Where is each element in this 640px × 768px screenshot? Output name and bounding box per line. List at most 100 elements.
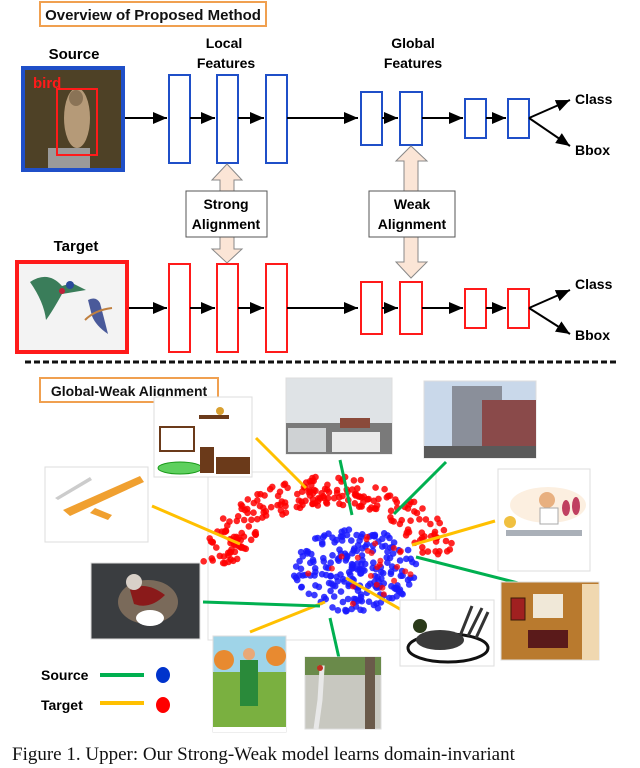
target-point	[357, 476, 365, 484]
source-class-label: Class	[575, 91, 613, 107]
source-point	[312, 568, 319, 576]
weak-alignment-label-2: Alignment	[378, 216, 447, 232]
target-point	[262, 508, 270, 515]
target-point	[252, 531, 260, 538]
source-point	[293, 576, 301, 584]
source-head-block-1	[464, 98, 487, 139]
target-point	[379, 584, 386, 591]
source-point	[322, 571, 330, 579]
target-point	[306, 487, 314, 494]
thumbnail-building	[423, 380, 537, 459]
source-point	[311, 591, 318, 599]
target-point	[328, 565, 335, 572]
target-point	[277, 501, 284, 509]
target-point	[294, 490, 301, 498]
target-point	[390, 518, 398, 525]
target-point	[314, 502, 322, 509]
target-point	[245, 523, 253, 530]
target-head-block-1	[464, 288, 487, 329]
strong-alignment-label-1: Strong	[203, 196, 248, 212]
source-point	[348, 537, 355, 544]
target-point	[381, 485, 388, 493]
target-point	[427, 520, 434, 528]
global-features-label-1: Global	[391, 35, 435, 51]
source-point	[329, 582, 337, 589]
source-point	[396, 557, 404, 564]
source-point	[329, 604, 336, 611]
target-point	[380, 591, 387, 598]
source-point	[348, 560, 356, 568]
target-point	[269, 483, 276, 491]
target-point	[418, 529, 426, 536]
source-point	[342, 608, 350, 615]
source-point	[341, 527, 348, 534]
target-point	[384, 492, 392, 500]
target-point	[365, 495, 372, 503]
source-image: bird	[21, 66, 125, 172]
source-point	[407, 555, 415, 563]
target-point	[293, 503, 301, 511]
source-local-block-2	[216, 74, 239, 164]
target-point	[267, 503, 275, 511]
source-point	[298, 584, 305, 591]
global-features-label-2: Features	[384, 55, 443, 71]
thumbnail-street	[285, 377, 393, 455]
target-point	[335, 474, 342, 482]
target-point	[393, 499, 401, 506]
source-point	[386, 534, 393, 542]
source-point	[345, 568, 353, 576]
target-point	[338, 553, 345, 560]
source-point	[314, 534, 322, 542]
target-point	[208, 555, 216, 562]
target-point	[419, 544, 426, 551]
target-point	[250, 499, 258, 507]
strong-alignment-label-2: Alignment	[192, 216, 261, 232]
figure: Overview of Proposed Method Source bird …	[15, 1, 616, 733]
weak-alignment-arrow: Weak Alignment	[368, 145, 456, 279]
overview-title-box: Overview of Proposed Method	[39, 1, 267, 27]
target-point	[350, 477, 358, 484]
target-point	[322, 499, 330, 506]
source-point	[339, 598, 347, 606]
target-point	[256, 502, 264, 510]
target-point	[419, 505, 426, 512]
target-point	[442, 537, 450, 545]
source-point	[320, 554, 327, 562]
target-point	[443, 548, 451, 555]
target-point	[237, 544, 245, 551]
source-point	[339, 533, 346, 540]
target-point	[312, 487, 319, 495]
legend-target-dot	[156, 697, 170, 713]
target-point	[367, 572, 374, 579]
source-point	[296, 557, 303, 565]
source-point	[358, 560, 365, 568]
thumbnail-dining-room	[500, 581, 600, 661]
target-point	[295, 497, 303, 504]
overview-title: Overview of Proposed Method	[45, 7, 261, 24]
source-point	[371, 533, 378, 540]
target-point	[305, 570, 312, 577]
target-point	[219, 515, 227, 522]
target-point	[240, 516, 248, 524]
source-head-block-2	[507, 98, 530, 139]
target-point	[440, 526, 448, 534]
target-point	[351, 500, 359, 507]
target-point	[397, 549, 404, 556]
target-point	[315, 495, 322, 502]
source-point	[356, 596, 364, 604]
source-global-block-2	[399, 91, 423, 146]
target-point	[231, 548, 239, 556]
legend: Source Target	[41, 667, 170, 713]
target-point	[259, 514, 266, 521]
target-point	[364, 547, 371, 554]
source-global-block-1	[360, 91, 383, 146]
target-point	[377, 557, 384, 564]
thumbnail-cat	[90, 562, 201, 640]
source-point	[384, 548, 391, 555]
local-features-label-2: Features	[197, 55, 256, 71]
thumbnail-duck	[399, 599, 495, 667]
legend-target-label: Target	[41, 697, 83, 713]
target-label: Target	[54, 238, 99, 255]
target-local-block-1	[168, 263, 191, 353]
target-point	[372, 540, 379, 547]
